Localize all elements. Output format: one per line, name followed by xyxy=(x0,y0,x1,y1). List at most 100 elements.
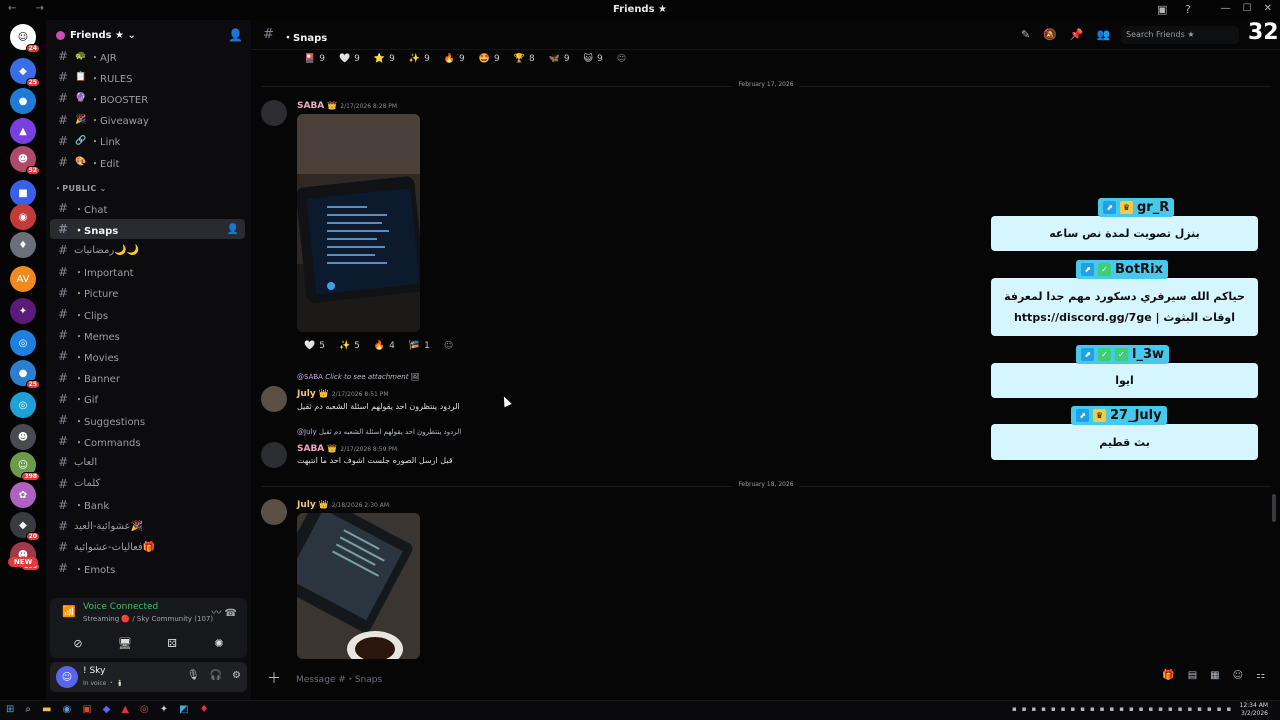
tray-icon[interactable]: ▪ xyxy=(1061,705,1066,713)
avatar[interactable]: ☺ xyxy=(56,666,78,688)
minimize-icon[interactable]: — xyxy=(1221,3,1231,14)
avatar[interactable] xyxy=(261,442,287,468)
server-icon[interactable]: ◎ xyxy=(10,330,36,356)
channel-item[interactable]: # ・Suggestions xyxy=(50,410,245,430)
channel-item[interactable]: # عشوائية-العيد🎉 xyxy=(50,516,245,536)
search-icon[interactable]: ⌕ xyxy=(25,704,31,715)
channel-item[interactable]: # 🎉 ・Giveaway xyxy=(50,110,245,130)
server-icon[interactable]: ☻ xyxy=(10,424,36,450)
server-icon[interactable]: ◆ 20 xyxy=(10,512,40,541)
tray-icon[interactable]: ▪ xyxy=(1197,705,1202,713)
app-icon[interactable]: ▣ xyxy=(82,704,91,715)
tray-icon[interactable]: ▪ xyxy=(1158,705,1163,713)
channel-item[interactable]: # ・Banner xyxy=(50,368,245,388)
reaction-pill[interactable]: ✨ 5 xyxy=(334,338,365,354)
author-name[interactable]: July 👑 2/17/2026 8:51 PM xyxy=(297,389,389,399)
tray-icon[interactable]: ▪ xyxy=(1090,705,1095,713)
maximize-icon[interactable]: ☐ xyxy=(1243,3,1252,14)
channel-item[interactable]: # فعاليات-عشوائية🎁 xyxy=(50,537,245,557)
server-icon[interactable]: ☺ 398 xyxy=(10,452,40,481)
avatar[interactable] xyxy=(261,100,287,126)
channel-item[interactable]: # 🐢 ・AJR xyxy=(50,46,245,66)
server-icon[interactable]: ✿ xyxy=(10,482,36,508)
tray-icon[interactable]: ▪ xyxy=(1100,705,1105,713)
tray-icon[interactable]: ▪ xyxy=(1032,705,1037,713)
reaction-pill[interactable]: 🏆 8 xyxy=(509,51,540,67)
screen-share-button[interactable]: 🖥 xyxy=(105,634,145,652)
channel-item[interactable]: # ・Clips xyxy=(50,304,245,324)
tray-icon[interactable]: ▪ xyxy=(1168,705,1173,713)
reaction-pill[interactable]: 🔥 9 xyxy=(439,51,470,67)
tray-icon[interactable]: ▪ xyxy=(1012,705,1017,713)
gear-icon[interactable]: ⚙ xyxy=(232,670,241,681)
tray-icon[interactable]: ▪ xyxy=(1119,705,1124,713)
reaction-pill[interactable]: ⭐ 9 xyxy=(369,51,400,67)
mic-icon[interactable]: 🎙 xyxy=(187,670,200,681)
channel-item[interactable]: # ・Snaps 👤 xyxy=(50,219,245,240)
reaction-pill[interactable]: 🎏 1 xyxy=(404,338,435,354)
server-icon[interactable]: ■ xyxy=(10,180,36,206)
channel-item[interactable]: # رمضانيات🌙🌙 xyxy=(50,240,245,260)
author-name[interactable]: SABA 👑 2/17/2026 8:28 PM xyxy=(297,101,397,111)
folder-icon[interactable]: ▬ xyxy=(42,704,51,715)
channel-item[interactable]: # 🔗 ・Link xyxy=(50,131,245,151)
plus-icon[interactable]: ＋ xyxy=(267,668,281,688)
channel-item[interactable]: # كلمات xyxy=(50,474,245,494)
server-icon[interactable]: ◆ 25 xyxy=(10,58,40,87)
channel-item[interactable]: # ・Movies xyxy=(50,346,245,366)
server-icon[interactable]: ▲ xyxy=(10,118,36,144)
channel-item[interactable]: # ・Important xyxy=(50,262,245,282)
channel-item[interactable]: # ・Gif xyxy=(50,389,245,409)
channel-item[interactable]: # ・Memes xyxy=(50,325,245,345)
tray-icon[interactable]: ▪ xyxy=(1139,705,1144,713)
headphones-icon[interactable]: 🎧 xyxy=(210,670,222,681)
channel-item[interactable]: # 🔮 ・BOOSTER xyxy=(50,88,245,108)
sticker-icon[interactable]: ▦ xyxy=(1210,670,1219,681)
server-icon[interactable]: AV xyxy=(10,266,36,292)
reaction-pill[interactable]: 😺 9 xyxy=(579,51,608,67)
help-icon[interactable]: ? xyxy=(1185,3,1191,16)
reaction-pill[interactable]: ✨ 9 xyxy=(404,51,435,67)
members-icon[interactable]: 👥 xyxy=(1097,28,1111,41)
channel-item[interactable]: # 🎨 ・Edit xyxy=(50,152,245,172)
tray-icon[interactable]: ▪ xyxy=(1022,705,1027,713)
scrollbar[interactable] xyxy=(1272,494,1276,522)
invite-icon[interactable]: 👤 xyxy=(227,224,239,235)
noise-disconnect-icons[interactable]: 〰 ☎ xyxy=(211,604,237,619)
chrome-icon[interactable]: ◎ xyxy=(140,704,149,715)
server-icon[interactable]: ☺ 24 xyxy=(10,24,40,53)
add-reaction-icon[interactable]: ☺ xyxy=(612,51,631,67)
add-reaction-icon[interactable]: ☺ xyxy=(439,338,458,354)
mute-icon[interactable]: 🔕 xyxy=(1043,28,1057,41)
apps-icon[interactable]: ⚏ xyxy=(1256,670,1265,681)
app-icon[interactable]: ♦ xyxy=(200,704,209,715)
image-attachment[interactable] xyxy=(297,114,420,332)
message-input[interactable]: ＋ Message #・Snaps 🎁 ▤ ▦ ☺ ⚏ xyxy=(261,664,1271,690)
tray-icon[interactable]: ▪ xyxy=(1129,705,1134,713)
reaction-pill[interactable]: 🎴 9 xyxy=(299,51,330,67)
server-icon[interactable]: ● xyxy=(10,88,36,114)
reaction-pill[interactable]: 🤍 9 xyxy=(334,51,365,67)
app-icon[interactable]: ✦ xyxy=(160,704,168,715)
gif-icon[interactable]: ▤ xyxy=(1188,670,1197,681)
add-friend-icon[interactable]: 👤 xyxy=(228,28,243,42)
reaction-pill[interactable]: 🔥 4 xyxy=(369,338,400,354)
inbox-icon[interactable]: ▣ xyxy=(1157,3,1167,16)
reaction-pill[interactable]: 🤍 5 xyxy=(299,338,330,354)
tray-icon[interactable]: ▪ xyxy=(1041,705,1046,713)
reply-preview[interactable]: @July الردود ينتظرون احد يقولهم اسئلة ال… xyxy=(297,428,461,436)
channel-item[interactable]: # ・Chat xyxy=(50,198,245,218)
tray-icon[interactable]: ▪ xyxy=(1217,705,1222,713)
close-icon[interactable]: ✕ xyxy=(1264,3,1272,14)
voice-status[interactable]: Voice Connected xyxy=(83,602,158,612)
server-icon[interactable]: ♦ xyxy=(10,232,36,258)
server-icon[interactable]: ◉ xyxy=(10,204,36,230)
user-name[interactable]: ! Sky xyxy=(83,666,105,676)
server-icon[interactable]: ✦ xyxy=(10,298,36,324)
threads-icon[interactable]: ✎ xyxy=(1021,28,1030,41)
pin-icon[interactable]: 📌 xyxy=(1070,28,1084,41)
discord-icon[interactable]: ◆ xyxy=(103,704,111,715)
author-name[interactable]: SABA 👑 2/17/2026 8:59 PM xyxy=(297,444,397,454)
channel-item[interactable]: # ・Emots xyxy=(50,558,245,578)
avatar[interactable] xyxy=(261,499,287,525)
